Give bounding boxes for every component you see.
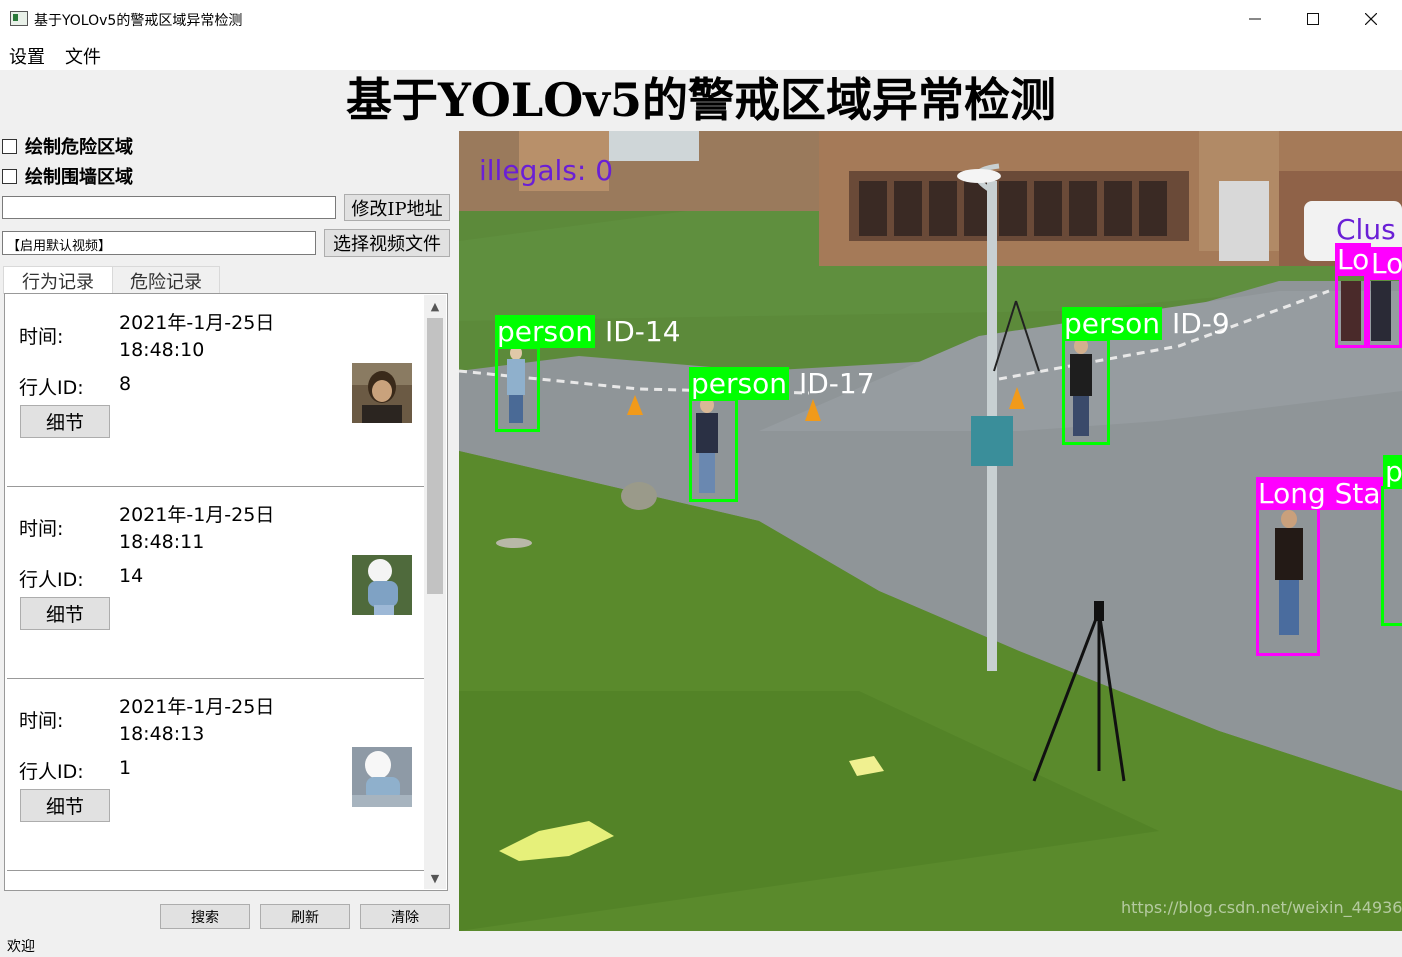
detection-label: p	[1383, 455, 1402, 488]
select-video-button[interactable]: 选择视频文件	[324, 229, 450, 257]
record-date: 2021年-1月-25日	[119, 504, 275, 526]
pedestrian-id-label: 行人ID:	[19, 377, 84, 399]
clear-button[interactable]: 清除	[360, 904, 450, 929]
menu-bar	[0, 38, 1402, 70]
minimize-button[interactable]	[1226, 0, 1284, 38]
pedestrian-id: 8	[119, 373, 132, 395]
record-date: 2021年-1月-25日	[119, 696, 275, 718]
tab-danger-records[interactable]: 危险记录	[112, 266, 220, 294]
detection-id: ID-14	[604, 315, 681, 348]
time-label: 时间:	[19, 326, 64, 348]
scroll-up-icon[interactable]: ▲	[424, 295, 446, 317]
list-item: 时间: 2021年-1月-25日 18:48:13 行人ID: 1 细节	[7, 680, 426, 871]
minimize-icon	[1249, 18, 1261, 20]
search-button[interactable]: 搜索	[160, 904, 250, 929]
detection-box	[1381, 486, 1402, 626]
detection-box	[495, 346, 540, 432]
detail-button[interactable]: 细节	[20, 789, 110, 822]
pedestrian-id: 1	[119, 757, 132, 779]
modify-ip-button[interactable]: 修改IP地址	[344, 194, 450, 221]
refresh-button[interactable]: 刷新	[260, 904, 350, 929]
menu-file[interactable]: 文件	[65, 43, 101, 69]
detail-button[interactable]: 细节	[20, 405, 110, 438]
checkbox-box[interactable]	[2, 138, 17, 154]
detection-label: Long Sta	[1256, 477, 1383, 510]
checkbox-draw-fence-area[interactable]: 绘制围墙区域	[2, 163, 133, 189]
detection-label: Lo	[1369, 247, 1402, 280]
close-button[interactable]	[1342, 0, 1400, 38]
detection-id: ID-17	[798, 367, 875, 400]
time-label: 时间:	[19, 710, 64, 732]
checkbox-label: 绘制危险区域	[25, 137, 133, 158]
detection-class: person	[1062, 307, 1162, 340]
menu-settings[interactable]: 设置	[9, 43, 45, 69]
status-text: 欢迎	[7, 939, 35, 955]
detection-class: Lo	[1369, 247, 1402, 280]
pedestrian-id-label: 行人ID:	[19, 761, 84, 783]
watermark: https://blog.csdn.net/weixin_44936889	[1121, 898, 1402, 917]
records-list: 时间: 2021年-1月-25日 18:48:10 行人ID: 8 细节 时间:…	[4, 293, 448, 891]
pedestrian-id: 14	[119, 565, 144, 587]
list-item	[7, 872, 426, 890]
checkbox-box[interactable]	[2, 168, 17, 184]
close-icon	[1365, 13, 1377, 25]
detection-class: Long Sta	[1256, 477, 1383, 510]
detection-label: Clus	[1336, 213, 1396, 246]
ip-address-input[interactable]	[2, 196, 336, 219]
detail-button[interactable]: 细节	[20, 597, 110, 630]
detection-label: Lo	[1335, 243, 1372, 276]
detection-box	[1335, 268, 1367, 348]
app-icon	[10, 11, 28, 26]
scroll-down-icon[interactable]: ▼	[424, 867, 446, 889]
pedestrian-thumbnail	[352, 363, 412, 423]
checkbox-draw-danger-area[interactable]: 绘制危险区域	[2, 133, 133, 159]
video-path-input[interactable]: 【启用默认视频】	[2, 231, 316, 255]
app-heading: 基于YOLOv5的警戒区域异常检测	[345, 73, 1057, 127]
scroll-thumb[interactable]	[427, 318, 443, 594]
detection-box	[1367, 271, 1402, 348]
pedestrian-thumbnail	[352, 555, 412, 615]
list-item: 时间: 2021年-1月-25日 18:48:11 行人ID: 14 细节	[7, 488, 426, 679]
pedestrian-id-label: 行人ID:	[19, 569, 84, 591]
record-date: 2021年-1月-25日	[119, 312, 275, 334]
time-label: 时间:	[19, 518, 64, 540]
window-title: 基于YOLOv5的警戒区域异常检测	[34, 13, 243, 29]
maximize-button[interactable]	[1284, 0, 1342, 38]
tab-behavior-records[interactable]: 行为记录	[3, 266, 113, 294]
list-item: 时间: 2021年-1月-25日 18:48:10 行人ID: 8 细节	[7, 296, 426, 487]
detection-label: person ID-14	[495, 315, 681, 348]
detection-label: person ID-17	[689, 367, 875, 400]
checkbox-label: 绘制围墙区域	[25, 167, 133, 188]
illegals-counter: illegals: 0	[479, 154, 614, 187]
detection-id: ID-9	[1171, 307, 1230, 340]
maximize-icon	[1307, 13, 1319, 25]
detection-class: person	[495, 315, 595, 348]
record-time: 18:48:11	[119, 531, 205, 553]
pedestrian-thumbnail	[352, 747, 412, 807]
detection-box	[1256, 506, 1320, 656]
record-time: 18:48:10	[119, 339, 205, 361]
status-bar	[0, 931, 458, 957]
record-time: 18:48:13	[119, 723, 205, 745]
detection-label: person ID-9	[1062, 307, 1230, 340]
detection-box	[689, 398, 738, 502]
video-frame: illegals: 0 person ID-14 person ID-17 pers…	[459, 131, 1402, 931]
detection-class: person	[689, 367, 789, 400]
detection-class: Lo	[1335, 243, 1372, 276]
detection-box	[1062, 338, 1110, 445]
detection-class: p	[1383, 455, 1402, 488]
